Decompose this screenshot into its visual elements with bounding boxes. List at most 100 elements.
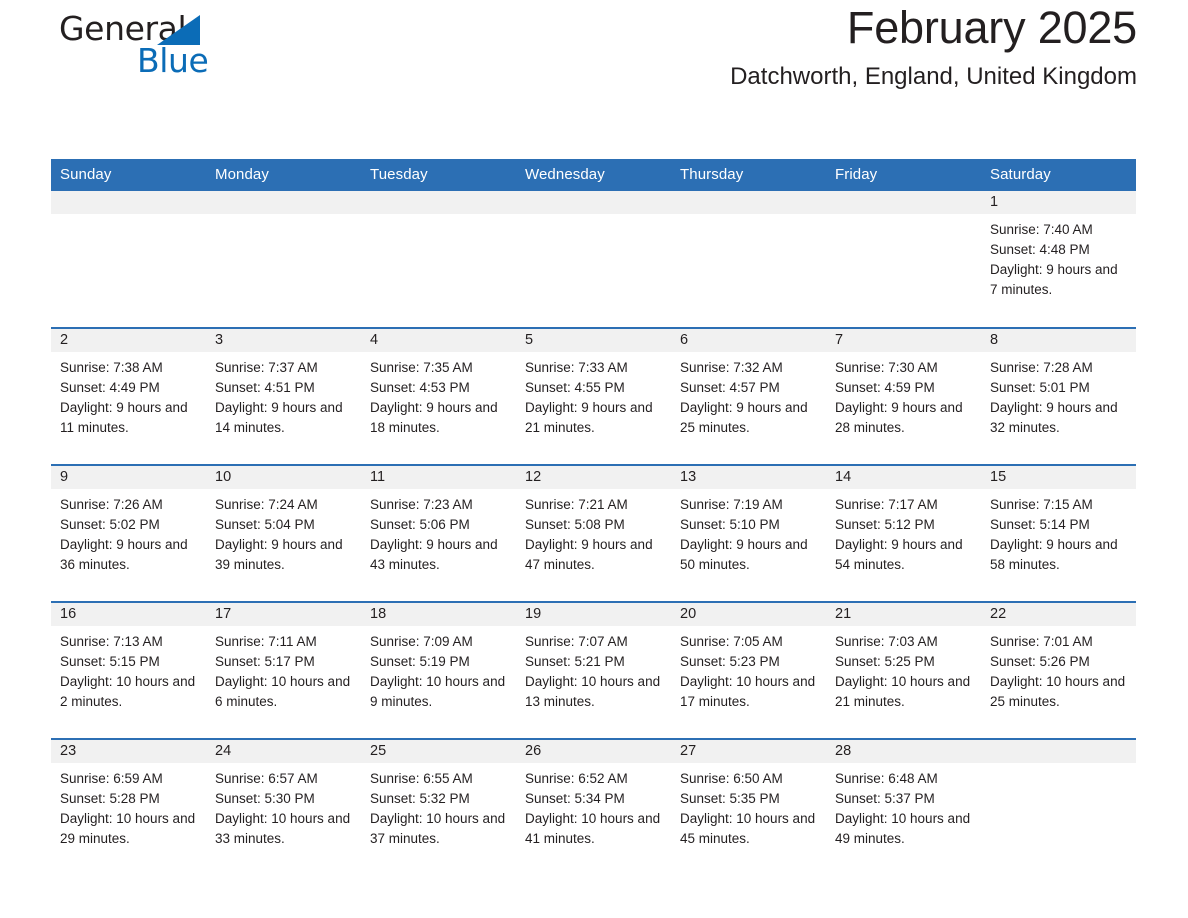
day-cell[interactable]: 3 Sunrise: 7:37 AM Sunset: 4:51 PM Daylight…: [206, 329, 361, 464]
daylight-text: Daylight: 10 hours and 6 minutes.: [215, 674, 351, 709]
day-cell[interactable]: [516, 191, 671, 327]
day-number: 24: [206, 740, 361, 763]
day-cell[interactable]: 11 Sunrise: 7:23 AM Sunset: 5:06 PM Dayligh…: [361, 466, 516, 601]
day-cell[interactable]: 23 Sunrise: 6:59 AM Sunset: 5:28 PM Dayligh…: [51, 740, 206, 870]
sunset-text: Sunset: 4:49 PM: [60, 380, 160, 395]
day-number: 1: [981, 191, 1136, 214]
day-details: Sunrise: 7:09 AM Sunset: 5:19 PM Daylight:…: [361, 626, 516, 712]
day-number: 14: [826, 466, 981, 489]
day-details: [361, 214, 516, 220]
day-number: 12: [516, 466, 671, 489]
day-details: Sunrise: 7:21 AM Sunset: 5:08 PM Daylight:…: [516, 489, 671, 575]
day-details: Sunrise: 6:59 AM Sunset: 5:28 PM Daylight:…: [51, 763, 206, 849]
day-cell[interactable]: [826, 191, 981, 327]
day-cell[interactable]: 14 Sunrise: 7:17 AM Sunset: 5:12 PM Dayligh…: [826, 466, 981, 601]
sunrise-text: Sunrise: 7:28 AM: [990, 360, 1093, 375]
sunset-text: Sunset: 5:17 PM: [215, 654, 315, 669]
day-cell[interactable]: 19 Sunrise: 7:07 AM Sunset: 5:21 PM Dayligh…: [516, 603, 671, 738]
sunset-text: Sunset: 5:26 PM: [990, 654, 1090, 669]
day-cell[interactable]: 5 Sunrise: 7:33 AM Sunset: 4:55 PM Daylight…: [516, 329, 671, 464]
day-cell[interactable]: [361, 191, 516, 327]
sunrise-text: Sunrise: 7:30 AM: [835, 360, 938, 375]
day-details: Sunrise: 7:33 AM Sunset: 4:55 PM Daylight:…: [516, 352, 671, 438]
day-cell[interactable]: 15 Sunrise: 7:15 AM Sunset: 5:14 PM Dayligh…: [981, 466, 1136, 601]
day-number: 13: [671, 466, 826, 489]
daylight-text: Daylight: 9 hours and 54 minutes.: [835, 537, 963, 572]
sunset-text: Sunset: 4:51 PM: [215, 380, 315, 395]
sunset-text: Sunset: 4:57 PM: [680, 380, 780, 395]
calendar-grid: Sunday Monday Tuesday Wednesday Thursday…: [51, 159, 1136, 870]
daylight-text: Daylight: 9 hours and 11 minutes.: [60, 400, 188, 435]
day-cell[interactable]: 21 Sunrise: 7:03 AM Sunset: 5:25 PM Dayligh…: [826, 603, 981, 738]
day-cell[interactable]: 8 Sunrise: 7:28 AM Sunset: 5:01 PM Daylight…: [981, 329, 1136, 464]
sunset-text: Sunset: 5:21 PM: [525, 654, 625, 669]
daylight-text: Daylight: 9 hours and 50 minutes.: [680, 537, 808, 572]
day-cell[interactable]: [206, 191, 361, 327]
day-cell[interactable]: 13 Sunrise: 7:19 AM Sunset: 5:10 PM Dayligh…: [671, 466, 826, 601]
day-details: [51, 214, 206, 220]
day-cell[interactable]: 6 Sunrise: 7:32 AM Sunset: 4:57 PM Daylight…: [671, 329, 826, 464]
day-cell[interactable]: 2 Sunrise: 7:38 AM Sunset: 4:49 PM Daylight…: [51, 329, 206, 464]
day-cell[interactable]: [51, 191, 206, 327]
day-cell[interactable]: 25 Sunrise: 6:55 AM Sunset: 5:32 PM Dayligh…: [361, 740, 516, 870]
day-details: [206, 214, 361, 220]
day-number: 8: [981, 329, 1136, 352]
sunset-text: Sunset: 5:08 PM: [525, 517, 625, 532]
day-cell[interactable]: 1 Sunrise: 7:40 AM Sunset: 4:48 PM Daylight…: [981, 191, 1136, 327]
sunset-text: Sunset: 5:34 PM: [525, 791, 625, 806]
page-title: February 2025: [846, 2, 1137, 53]
daylight-text: Daylight: 10 hours and 9 minutes.: [370, 674, 506, 709]
day-cell[interactable]: [671, 191, 826, 327]
day-cell[interactable]: 7 Sunrise: 7:30 AM Sunset: 4:59 PM Daylight…: [826, 329, 981, 464]
day-details: Sunrise: 7:26 AM Sunset: 5:02 PM Daylight:…: [51, 489, 206, 575]
sunrise-text: Sunrise: 7:23 AM: [370, 497, 473, 512]
weekday-header-row: Sunday Monday Tuesday Wednesday Thursday…: [51, 159, 1136, 191]
page-header: General Blue February 2025 Datchworth, E…: [51, 0, 1137, 112]
day-details: Sunrise: 7:35 AM Sunset: 4:53 PM Daylight:…: [361, 352, 516, 438]
day-cell[interactable]: 12 Sunrise: 7:21 AM Sunset: 5:08 PM Dayligh…: [516, 466, 671, 601]
day-number: 9: [51, 466, 206, 489]
sunrise-text: Sunrise: 7:26 AM: [60, 497, 163, 512]
day-details: Sunrise: 6:50 AM Sunset: 5:35 PM Daylight:…: [671, 763, 826, 849]
daylight-text: Daylight: 9 hours and 39 minutes.: [215, 537, 343, 572]
sunrise-text: Sunrise: 7:01 AM: [990, 634, 1093, 649]
sunrise-text: Sunrise: 7:40 AM: [990, 222, 1093, 237]
day-cell[interactable]: 28 Sunrise: 6:48 AM Sunset: 5:37 PM Dayligh…: [826, 740, 981, 870]
day-cell[interactable]: 27 Sunrise: 6:50 AM Sunset: 5:35 PM Dayligh…: [671, 740, 826, 870]
day-cell[interactable]: 20 Sunrise: 7:05 AM Sunset: 5:23 PM Dayligh…: [671, 603, 826, 738]
day-details: Sunrise: 7:40 AM Sunset: 4:48 PM Daylight:…: [981, 214, 1136, 300]
day-details: Sunrise: 6:57 AM Sunset: 5:30 PM Daylight:…: [206, 763, 361, 849]
day-details: [671, 214, 826, 220]
day-details: Sunrise: 7:28 AM Sunset: 5:01 PM Daylight:…: [981, 352, 1136, 438]
daylight-text: Daylight: 9 hours and 14 minutes.: [215, 400, 343, 435]
day-number: 7: [826, 329, 981, 352]
daylight-text: Daylight: 9 hours and 47 minutes.: [525, 537, 653, 572]
day-cell[interactable]: 16 Sunrise: 7:13 AM Sunset: 5:15 PM Dayligh…: [51, 603, 206, 738]
day-cell[interactable]: 4 Sunrise: 7:35 AM Sunset: 4:53 PM Daylight…: [361, 329, 516, 464]
day-cell[interactable]: 24 Sunrise: 6:57 AM Sunset: 5:30 PM Dayligh…: [206, 740, 361, 870]
sunrise-text: Sunrise: 7:13 AM: [60, 634, 163, 649]
day-cell[interactable]: 26 Sunrise: 6:52 AM Sunset: 5:34 PM Dayligh…: [516, 740, 671, 870]
day-details: Sunrise: 7:24 AM Sunset: 5:04 PM Daylight:…: [206, 489, 361, 575]
sunset-text: Sunset: 5:35 PM: [680, 791, 780, 806]
sunset-text: Sunset: 5:02 PM: [60, 517, 160, 532]
day-number: 28: [826, 740, 981, 763]
day-details: Sunrise: 6:52 AM Sunset: 5:34 PM Daylight:…: [516, 763, 671, 849]
sunset-text: Sunset: 5:30 PM: [215, 791, 315, 806]
day-number: 20: [671, 603, 826, 626]
sunset-text: Sunset: 5:10 PM: [680, 517, 780, 532]
day-cell[interactable]: [981, 740, 1136, 870]
day-cell[interactable]: 10 Sunrise: 7:24 AM Sunset: 5:04 PM Dayligh…: [206, 466, 361, 601]
day-cell[interactable]: 17 Sunrise: 7:11 AM Sunset: 5:17 PM Dayligh…: [206, 603, 361, 738]
sunset-text: Sunset: 5:23 PM: [680, 654, 780, 669]
sunrise-text: Sunrise: 7:19 AM: [680, 497, 783, 512]
sunrise-text: Sunrise: 6:57 AM: [215, 771, 318, 786]
day-cell[interactable]: 9 Sunrise: 7:26 AM Sunset: 5:02 PM Daylight…: [51, 466, 206, 601]
sunset-text: Sunset: 5:37 PM: [835, 791, 935, 806]
sunset-text: Sunset: 5:19 PM: [370, 654, 470, 669]
logo-text-blue: Blue: [137, 41, 209, 80]
day-cell[interactable]: 18 Sunrise: 7:09 AM Sunset: 5:19 PM Dayligh…: [361, 603, 516, 738]
day-cell[interactable]: 22 Sunrise: 7:01 AM Sunset: 5:26 PM Dayligh…: [981, 603, 1136, 738]
daylight-text: Daylight: 9 hours and 43 minutes.: [370, 537, 498, 572]
day-number: 5: [516, 329, 671, 352]
